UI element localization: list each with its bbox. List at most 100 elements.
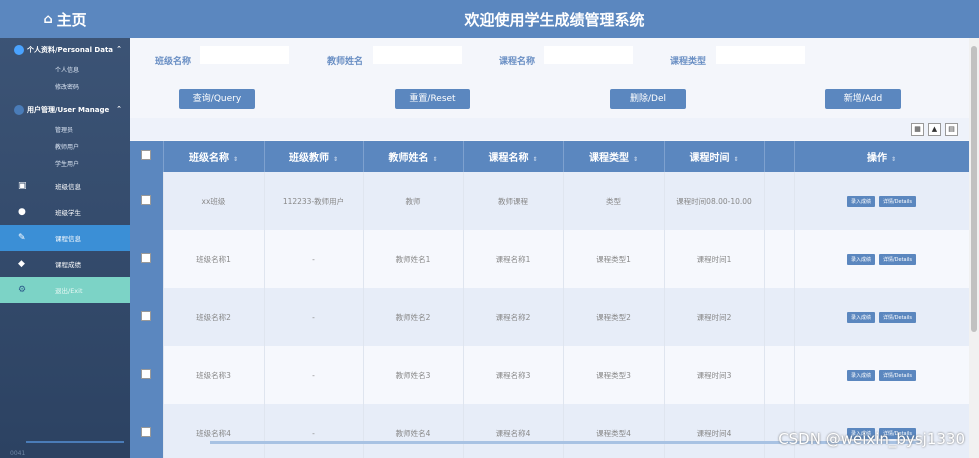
add-button[interactable]: 新增/Add: [825, 89, 901, 109]
cell-hidden: [764, 288, 795, 346]
sidebar-footer: 0041: [10, 450, 26, 457]
cell-actions: 录入成绩 详情/Details: [794, 346, 969, 404]
select-all-checkbox[interactable]: [141, 150, 152, 160]
course-name-label: 课程名称: [499, 57, 536, 67]
row-select-cell[interactable]: [130, 230, 164, 288]
cell-class-name: 班级名称2: [163, 288, 265, 346]
sidebar-item-course-info[interactable]: ✎ 课程信息: [0, 225, 130, 251]
cell-teacher-name: 教师姓名3: [363, 346, 464, 404]
cell-hidden: [764, 172, 795, 230]
select-all-cell[interactable]: [130, 141, 164, 172]
details-button[interactable]: 详情/Details: [878, 369, 917, 381]
column-header[interactable]: 操作 ⇕: [794, 141, 969, 172]
class-name-input[interactable]: [200, 46, 289, 64]
cell-course-type: 课程类型4: [563, 404, 665, 458]
row-checkbox[interactable]: [141, 427, 152, 437]
column-header[interactable]: 教师姓名 ⇕: [363, 141, 464, 172]
course-name-input[interactable]: [544, 46, 633, 64]
table-row[interactable]: 班级名称2 - 教师姓名2 课程名称2 课程类型2 课程时间2 录入成绩 详情/D…: [130, 288, 969, 346]
chevron-up-icon: ⌃: [116, 45, 122, 53]
column-header[interactable]: 课程时间 ⇕: [664, 141, 765, 172]
cell-actions: 录入成绩 详情/Details: [794, 288, 969, 346]
reset-button[interactable]: 重置/Reset: [395, 89, 470, 109]
cell-teacher-name: 教师: [363, 172, 464, 230]
sidebar-item-label: 班级信息: [55, 183, 81, 191]
enter-score-button[interactable]: 录入成绩: [846, 311, 875, 323]
menu-personal-data[interactable]: 个人资料/Personal Data ⌃: [0, 38, 130, 62]
course-type-label: 课程类型: [670, 57, 707, 67]
student-icon: ●: [18, 207, 26, 217]
cell-teacher-name: 教师姓名1: [363, 230, 464, 288]
sort-icon: ⇕: [432, 156, 438, 163]
cell-course-time: 课程时间2: [664, 288, 765, 346]
column-header[interactable]: 课程类型 ⇕: [563, 141, 665, 172]
row-select-cell[interactable]: [130, 172, 164, 230]
table-row[interactable]: 班级名称1 - 教师姓名1 课程名称1 课程类型1 课程时间1 录入成绩 详情/D…: [130, 230, 969, 288]
home-link[interactable]: ⌂ 主页: [0, 0, 130, 38]
sidebar-item-exit[interactable]: ⚙ 退出/Exit: [0, 277, 130, 303]
search-bar: 班级名称 教师姓名 课程名称 课程类型: [130, 38, 979, 82]
columns-icon[interactable]: ▦: [911, 123, 924, 136]
sidebar-item-change-password[interactable]: 修改密码: [0, 79, 130, 96]
sidebar-item-label: 课程信息: [55, 235, 81, 243]
vertical-scrollbar[interactable]: [969, 38, 979, 458]
cell-course-type: 课程类型2: [563, 288, 665, 346]
sidebar-item-admin[interactable]: 管理员: [0, 122, 130, 139]
data-table: 班级名称 ⇕ 班级教师 ⇕ 教师姓名 ⇕ 课程名称 ⇕ 课程类型 ⇕ 课程时间 ⇕ 操作 ⇕ …: [130, 141, 969, 458]
column-header[interactable]: 班级教师 ⇕: [264, 141, 364, 172]
column-header-hidden[interactable]: [764, 141, 795, 172]
enter-score-button[interactable]: 录入成绩: [846, 253, 875, 265]
enter-score-button[interactable]: 录入成绩: [846, 195, 875, 207]
export-icon[interactable]: ▲: [928, 123, 941, 136]
cell-course-time: 课程时间4: [664, 404, 765, 458]
table-row[interactable]: xx班级 112233-教师用户 教师 教师课程 类型 课程时间08.00-10…: [130, 172, 969, 230]
teacher-name-input[interactable]: [373, 46, 462, 64]
user-icon: [14, 45, 24, 55]
sort-icon: ⇕: [232, 156, 239, 163]
table-row[interactable]: 班级名称3 - 教师姓名3 课程名称3 课程类型3 课程时间3 录入成绩 详情/D…: [130, 346, 969, 404]
watermark: CSDN @weixin_bysj1330: [778, 430, 965, 448]
cell-class-name: 班级名称1: [163, 230, 265, 288]
sidebar-item-label: 班级学生: [55, 209, 81, 217]
sidebar-item-class-students[interactable]: ● 班级学生: [0, 199, 130, 225]
cell-class-teacher: -: [264, 346, 364, 404]
delete-button[interactable]: 删除/Del: [610, 89, 686, 109]
details-button[interactable]: 详情/Details: [878, 253, 917, 265]
cell-hidden: [764, 346, 795, 404]
column-header[interactable]: 课程名称 ⇕: [463, 141, 564, 172]
sidebar-item-course-scores[interactable]: ◆ 课程成绩: [0, 251, 130, 277]
sort-icon: ⇕: [632, 156, 639, 163]
column-label: 操作: [866, 153, 887, 164]
cell-class-teacher: -: [264, 230, 364, 288]
query-button[interactable]: 查询/Query: [179, 89, 255, 109]
row-checkbox[interactable]: [141, 311, 152, 321]
menu-user-manage[interactable]: 用户管理/User Manage ⌃: [0, 98, 130, 122]
sidebar-item-class-info[interactable]: ▣ 班级信息: [0, 173, 130, 199]
cell-class-teacher: 112233-教师用户: [264, 172, 364, 230]
cell-actions: 录入成绩 详情/Details: [794, 230, 969, 288]
scrollbar-thumb[interactable]: [971, 46, 977, 332]
row-checkbox[interactable]: [141, 253, 152, 263]
table-header-row: 班级名称 ⇕ 班级教师 ⇕ 教师姓名 ⇕ 课程名称 ⇕ 课程类型 ⇕ 课程时间 ⇕ 操作 ⇕: [130, 141, 969, 172]
row-select-cell[interactable]: [130, 404, 164, 458]
enter-score-button[interactable]: 录入成绩: [846, 369, 875, 381]
course-type-input[interactable]: [716, 46, 805, 64]
print-icon[interactable]: ▤: [945, 123, 958, 136]
column-header[interactable]: 班级名称 ⇕: [163, 141, 265, 172]
home-icon: ⌂: [43, 11, 53, 27]
details-button[interactable]: 详情/Details: [878, 195, 917, 207]
sidebar-item-teacher-user[interactable]: 教师用户: [0, 139, 130, 156]
sidebar-item-label: 退出/Exit: [55, 287, 83, 295]
sidebar-item-personal-info[interactable]: 个人信息: [0, 62, 130, 79]
column-label: 课程名称: [488, 153, 529, 164]
cell-course-name: 课程名称2: [463, 288, 564, 346]
sidebar: ⌂ 主页 个人资料/Personal Data ⌃ 个人信息 修改密码 用户管理…: [0, 0, 130, 458]
row-select-cell[interactable]: [130, 346, 164, 404]
pencil-icon: ✎: [18, 233, 26, 243]
cell-course-type: 类型: [563, 172, 665, 230]
row-checkbox[interactable]: [141, 195, 152, 205]
details-button[interactable]: 详情/Details: [878, 311, 917, 323]
row-select-cell[interactable]: [130, 288, 164, 346]
row-checkbox[interactable]: [141, 369, 152, 379]
sidebar-item-student-user[interactable]: 学生用户: [0, 156, 130, 173]
